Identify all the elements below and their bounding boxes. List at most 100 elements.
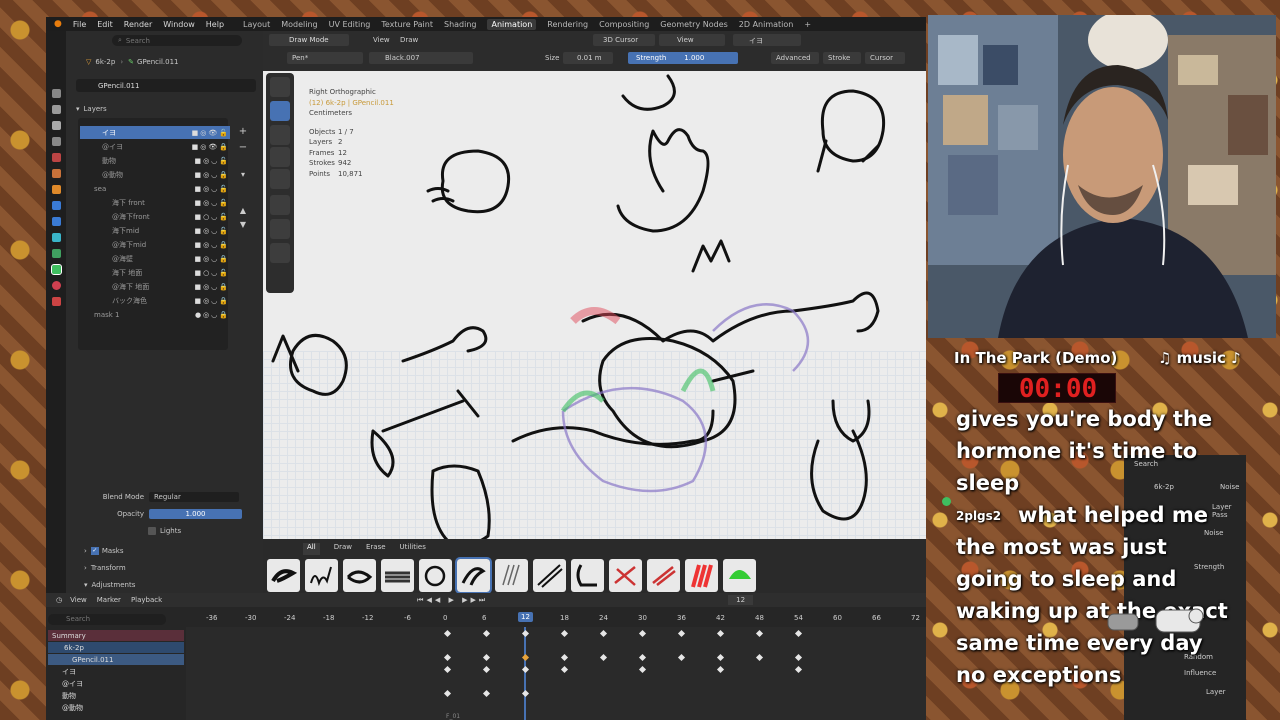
object-tab-icon[interactable] — [52, 185, 61, 194]
layer-group[interactable]: sea ■◎◡🔓 — [80, 182, 230, 195]
view-layer-tab-icon[interactable] — [52, 137, 61, 146]
layers-panel-header[interactable]: ▾ Layers — [76, 102, 107, 115]
layer-item[interactable]: @海下front ■○◡🔓 — [80, 210, 230, 223]
timeline-playback-menu[interactable]: Playback — [131, 596, 162, 604]
cursor-select[interactable]: 3D Cursor — [593, 34, 655, 46]
brush-thumbnail[interactable] — [381, 559, 414, 592]
effects-tab-icon[interactable] — [52, 217, 61, 226]
brush-tab-draw[interactable]: Draw — [334, 543, 352, 555]
texture-tab-icon[interactable] — [52, 297, 61, 306]
properties-search[interactable]: ⌕ Search — [112, 35, 242, 46]
menu-render[interactable]: Render — [124, 20, 152, 29]
physics-tab-icon[interactable] — [52, 233, 61, 242]
blender-logo-icon[interactable]: ● — [54, 19, 62, 29]
transform-panel[interactable]: › Transform — [84, 561, 126, 574]
channel-object[interactable]: 6k-2p — [48, 642, 184, 653]
stroke-dropdown[interactable]: Stroke — [823, 52, 861, 64]
scene-tab-icon[interactable] — [52, 153, 61, 162]
layer-select[interactable]: イヨ — [733, 34, 801, 46]
move-layer-up-button[interactable]: ▲ — [236, 206, 250, 220]
brush-thumbnail[interactable] — [533, 559, 566, 592]
adjustments-panel[interactable]: ▾ Adjustments — [84, 578, 135, 591]
view-select[interactable]: View — [659, 34, 725, 46]
frame-ruler[interactable]: -36 -30 -24 -18 -12 -6 0 6 12 18 24 30 36 42 48 54 60 6… — [186, 612, 926, 625]
current-frame-field[interactable]: 12 — [728, 595, 754, 605]
brush-thumbnail[interactable] — [267, 559, 300, 592]
render-tab-icon[interactable] — [52, 105, 61, 114]
channel-layer[interactable]: @イヨ — [48, 678, 184, 689]
add-layer-button[interactable]: + — [236, 126, 250, 140]
lights-checkbox[interactable]: Lights — [148, 524, 181, 537]
playhead-label[interactable]: 12 — [518, 612, 533, 622]
layer-item[interactable]: @動物 ■◎◡🔒 — [80, 168, 230, 181]
editor-type-icon[interactable]: ◷ — [56, 596, 62, 604]
size-field[interactable]: 0.01 m — [563, 52, 613, 64]
tab-shading[interactable]: Shading — [444, 20, 477, 29]
tab-modeling[interactable]: Modeling — [281, 20, 317, 29]
world-tab-icon[interactable] — [52, 169, 61, 178]
brush-thumbnail[interactable] — [723, 559, 756, 592]
menu-edit[interactable]: Edit — [97, 20, 113, 29]
strength-slider[interactable]: Strength 1.000 — [628, 52, 738, 64]
tab-texture-paint[interactable]: Texture Paint — [381, 20, 433, 29]
keyframe-area[interactable] — [186, 627, 926, 720]
channel-layer[interactable]: 動物 — [48, 690, 184, 701]
channel-search[interactable]: Search — [48, 614, 166, 625]
timeline-view-menu[interactable]: View — [70, 596, 87, 604]
gpencil-data-tab-icon[interactable] — [51, 264, 62, 275]
masks-panel[interactable]: › ✓ Masks — [84, 544, 124, 557]
tab-uv-editing[interactable]: UV Editing — [329, 20, 371, 29]
tab-compositing[interactable]: Compositing — [599, 20, 649, 29]
tab-animation[interactable]: Animation — [487, 18, 537, 30]
playback-controls[interactable]: ⏮◀◀ ▶ ▶▶⏭ — [417, 596, 488, 605]
timeline-marker-menu[interactable]: Marker — [97, 596, 121, 604]
blend-mode-select[interactable]: Regular — [149, 491, 239, 502]
layer-item[interactable]: @海下mid ■◎◡🔒 — [80, 238, 230, 251]
advanced-dropdown[interactable]: Advanced — [771, 52, 819, 64]
material-tab-icon[interactable] — [52, 281, 61, 290]
layer-item[interactable]: 動物 ■◎◡🔓 — [80, 154, 230, 167]
add-workspace-button[interactable]: + — [804, 20, 811, 29]
brush-thumbnail[interactable] — [571, 559, 604, 592]
cursor-dropdown[interactable]: Cursor — [865, 52, 905, 64]
layer-item[interactable]: イヨ ■◎👁🔓 — [80, 126, 230, 139]
tool-tab-icon[interactable] — [52, 89, 61, 98]
layer-item[interactable]: mask 1 ●◎◡🔒 — [80, 308, 230, 321]
menu-window[interactable]: Window — [163, 20, 195, 29]
layer-item[interactable]: 海下 front ■◎◡🔓 — [80, 196, 230, 209]
datablock-field[interactable]: GPencil.011 — [76, 79, 256, 92]
draw-menu[interactable]: Draw — [400, 36, 418, 44]
layer-item[interactable]: @イヨ ■◎👁🔒 — [80, 140, 230, 153]
output-tab-icon[interactable] — [52, 121, 61, 130]
tab-2d-animation[interactable]: 2D Animation — [739, 20, 794, 29]
channel-gpencil[interactable]: GPencil.011 — [48, 654, 184, 665]
brush-thumbnail[interactable] — [647, 559, 680, 592]
tab-layout[interactable]: Layout — [243, 20, 270, 29]
tab-geometry-nodes[interactable]: Geometry Nodes — [660, 20, 727, 29]
channel-layer[interactable]: イヨ — [48, 666, 184, 677]
brush-thumbnail[interactable] — [419, 559, 452, 592]
layer-item[interactable]: 海下mid ■◎◡🔓 — [80, 224, 230, 237]
brush-thumbnail[interactable] — [495, 559, 528, 592]
brush-tab-all[interactable]: All — [303, 543, 320, 555]
brush-thumbnail[interactable] — [343, 559, 376, 592]
channel-layer[interactable]: @動物 — [48, 702, 184, 713]
move-layer-down-button[interactable]: ▼ — [236, 220, 250, 234]
brush-tab-erase[interactable]: Erase — [366, 543, 386, 555]
brush-select[interactable]: Pen* — [287, 52, 363, 64]
constraints-tab-icon[interactable] — [52, 249, 61, 258]
brush-thumbnail-active[interactable] — [455, 557, 492, 594]
layer-item[interactable]: 海下 地面 ■○◡🔓 — [80, 266, 230, 279]
mode-select[interactable]: Draw Mode — [269, 34, 349, 46]
layer-item[interactable]: バック海色 ■◎◡🔒 — [80, 294, 230, 307]
channel-summary[interactable]: Summary — [48, 630, 184, 641]
menu-help[interactable]: Help — [206, 20, 224, 29]
view-menu[interactable]: View — [373, 36, 390, 44]
material-select[interactable]: Black.007 — [369, 52, 473, 64]
brush-thumbnail[interactable] — [609, 559, 642, 592]
layer-menu-button[interactable]: ▾ — [236, 170, 250, 184]
modifier-tab-icon[interactable] — [52, 201, 61, 210]
brush-thumbnail[interactable] — [305, 559, 338, 592]
layer-item[interactable]: @海下 地面 ■◎◡🔒 — [80, 280, 230, 293]
brush-tab-utilities[interactable]: Utilities — [400, 543, 426, 555]
